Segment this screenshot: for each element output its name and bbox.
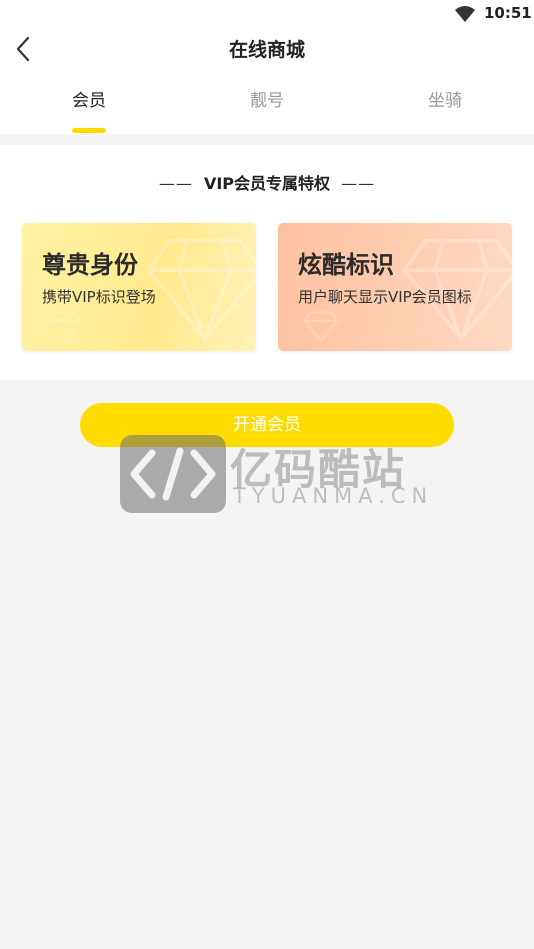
- diamond-icon: [48, 311, 82, 343]
- code-icon: [130, 447, 216, 501]
- card-title: 炫酷标识: [298, 251, 394, 279]
- vip-benefits-section: —— VIP会员专属特权 —— 尊贵身份 携带VIP标识登场 炫酷标识 用户聊天…: [0, 145, 534, 380]
- status-bar: 10:51: [0, 0, 534, 28]
- heading-dash-left: ——: [158, 174, 193, 193]
- tab-mount[interactable]: 坐骑: [385, 86, 505, 111]
- page-title: 在线商城: [228, 39, 305, 61]
- benefit-card-identity: 尊贵身份 携带VIP标识登场: [22, 223, 256, 351]
- watermark-domain: TYUANMA.CN: [233, 484, 434, 508]
- card-desc: 用户聊天显示VIP会员图标: [298, 288, 472, 306]
- card-desc: 携带VIP标识登场: [42, 288, 156, 306]
- mall-page: 10:51 在线商城 会员 靓号 坐骑 —— VIP会员专属特权 —— 尊贵身份…: [0, 0, 534, 949]
- heading-text: VIP会员专属特权: [203, 174, 331, 193]
- diamond-icon: [304, 311, 338, 343]
- tab-vip[interactable]: 会员: [29, 86, 149, 111]
- tab-indicator: [72, 128, 106, 133]
- watermark-logo: [120, 435, 226, 513]
- nav-bar: 在线商城: [0, 28, 534, 72]
- wifi-icon: [455, 6, 475, 22]
- heading-dash-right: ——: [341, 174, 376, 193]
- tab-special-number[interactable]: 靓号: [207, 86, 327, 111]
- card-title: 尊贵身份: [42, 251, 138, 279]
- section-heading: —— VIP会员专属特权 ——: [0, 170, 534, 194]
- benefit-card-badge: 炫酷标识 用户聊天显示VIP会员图标: [278, 223, 512, 351]
- status-time: 10:51: [484, 4, 532, 22]
- tab-bar: 会员 靓号 坐骑: [0, 72, 534, 134]
